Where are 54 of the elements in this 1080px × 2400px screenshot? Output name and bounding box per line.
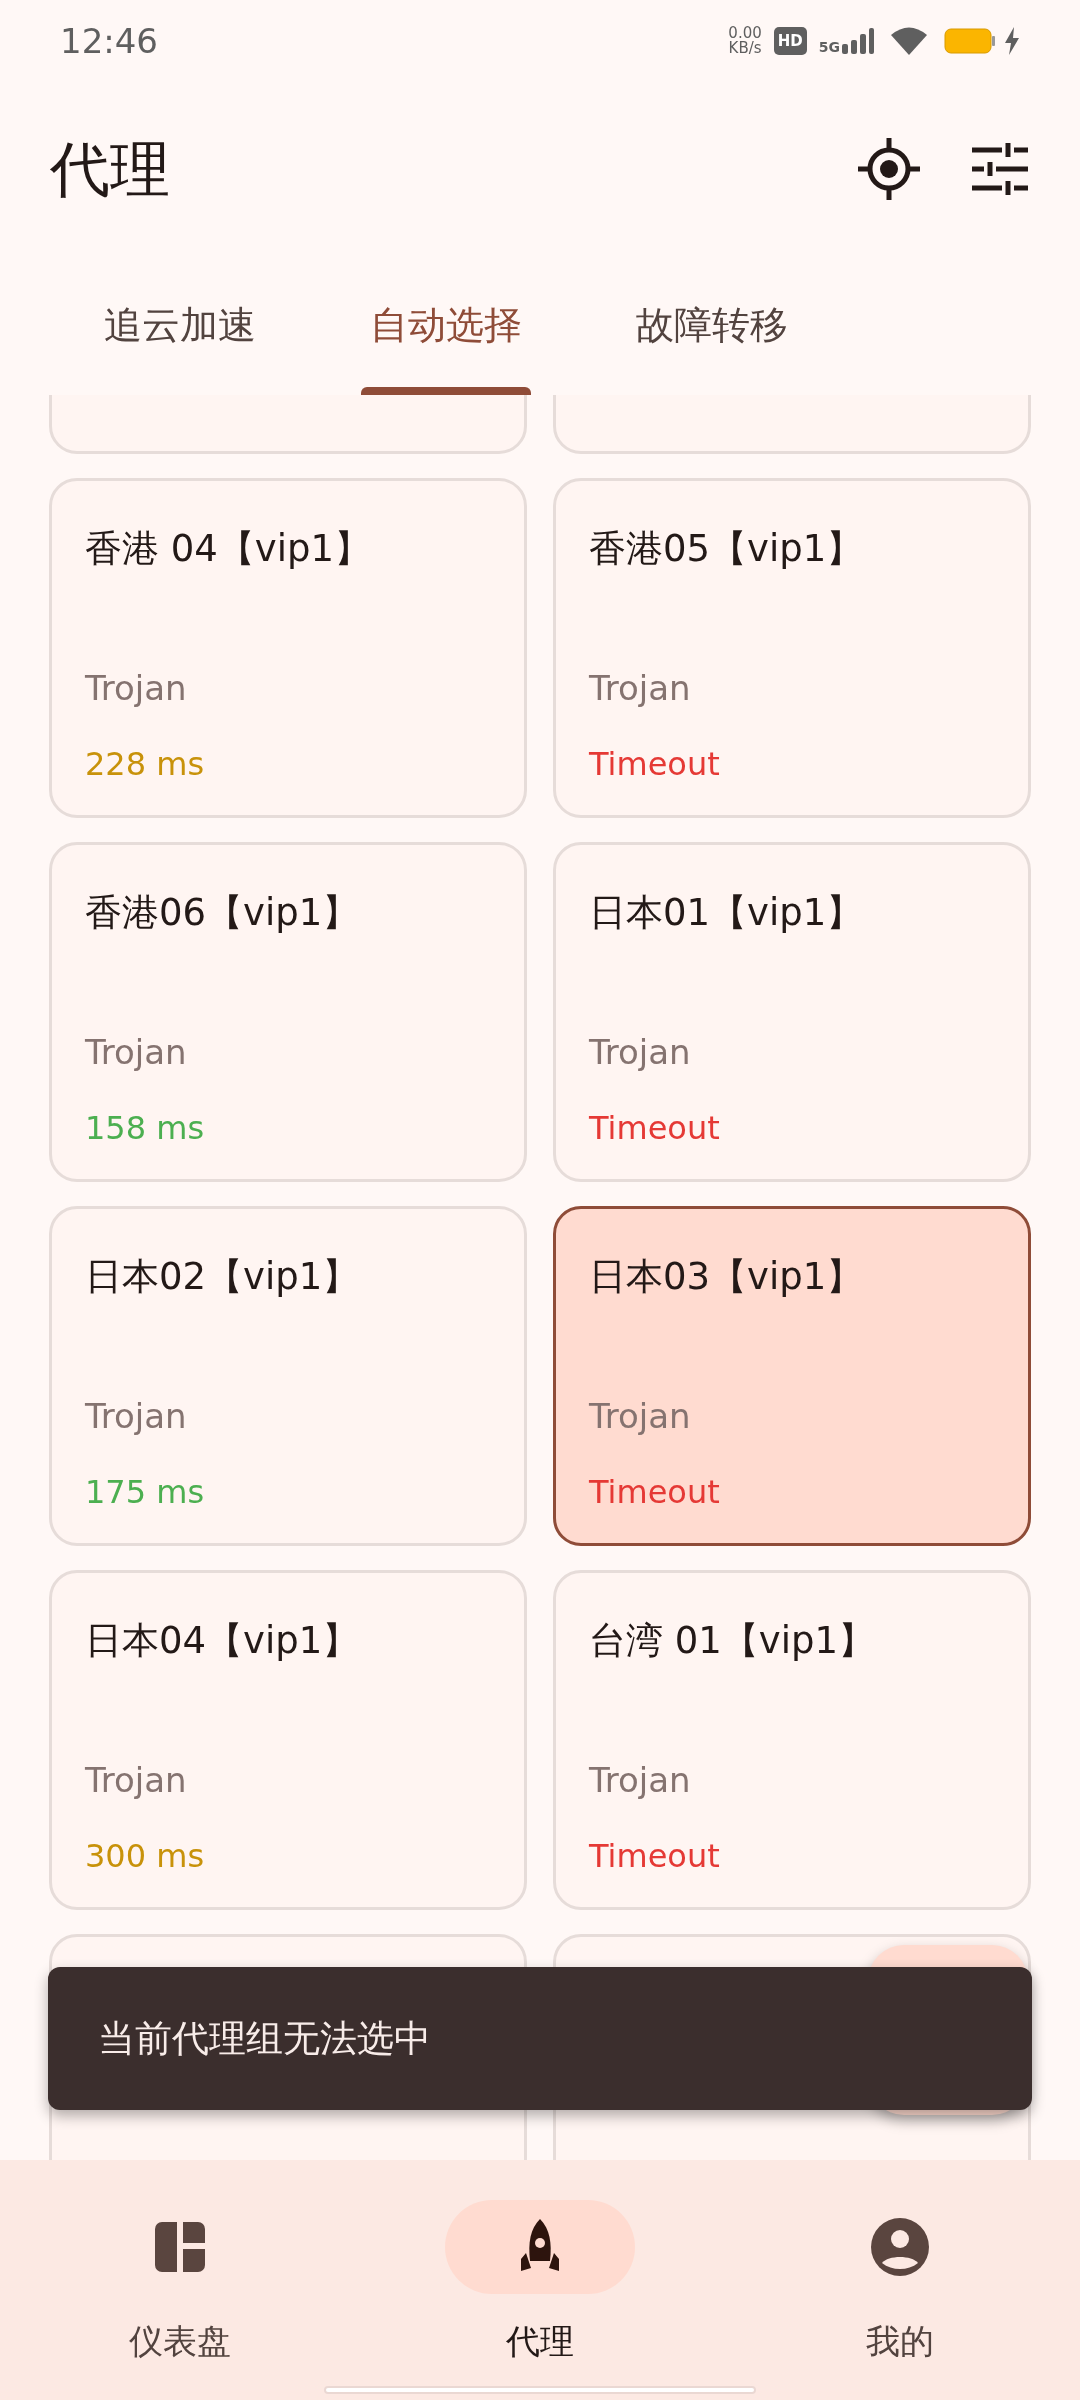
proxy-type: Trojan (85, 1030, 188, 1074)
proxy-delay: 300 ms (85, 1835, 206, 1877)
tab[interactable]: 故障转移 (579, 255, 845, 395)
network-type: 5G (818, 40, 840, 54)
locate-icon[interactable] (856, 135, 922, 202)
proxy-type: Trojan (85, 1758, 188, 1802)
network-speed: 0.00 KB/s (728, 26, 762, 56)
proxy-delay: Timeout (589, 743, 721, 785)
nav-tab[interactable]: 仪表盘 (0, 2160, 360, 2400)
proxy-name: 日本01【vip1】 (589, 890, 865, 936)
proxy-type: Trojan (589, 666, 692, 710)
proxy-name: 香港 04【vip1】 (85, 526, 373, 572)
proxy-card[interactable]: 香港 04【vip1】 Trojan 228 ms (49, 478, 527, 818)
proxy-delay: 158 ms (85, 1107, 206, 1149)
signal-icon (840, 28, 874, 54)
proxy-delay: 175 ms (85, 1471, 206, 1513)
proxy-delay: Timeout (589, 1107, 721, 1149)
proxy-type: Trojan (589, 1030, 692, 1074)
proxy-name: 台湾 01【vip1】 (589, 1618, 877, 1664)
status-time: 12:46 (60, 19, 158, 63)
nav-label: 仪表盘 (129, 2320, 231, 2363)
snackbar-toast: 当前代理组无法选中 (48, 1967, 1032, 2110)
proxy-type: Trojan (85, 666, 188, 710)
account-icon (870, 2217, 930, 2277)
proxy-card[interactable]: 台湾 01【vip1】 Trojan Timeout (553, 1570, 1031, 1910)
wifi-icon (890, 26, 928, 56)
proxy-name: 香港06【vip1】 (85, 890, 361, 936)
proxy-name: 日本04【vip1】 (85, 1618, 361, 1664)
charging-icon (1004, 27, 1020, 55)
proxy-type: Trojan (85, 1394, 188, 1438)
proxy-delay: 228 ms (85, 743, 206, 785)
page-title: 代理 (50, 132, 171, 206)
proxy-type: Trojan (589, 1394, 692, 1438)
proxy-name: 香港05【vip1】 (589, 526, 865, 572)
battery-icon (944, 28, 996, 54)
tab[interactable]: 追云加速 (47, 255, 313, 395)
nav-label: 代理 (506, 2320, 574, 2363)
proxy-name: 日本02【vip1】 (85, 1254, 361, 1300)
proxy-card[interactable]: 香港05【vip1】 Trojan Timeout (553, 478, 1031, 818)
proxy-card[interactable]: 日本02【vip1】 Trojan 175 ms (49, 1206, 527, 1546)
dashboard-icon (152, 2219, 208, 2275)
nav-label: 我的 (866, 2320, 934, 2363)
proxy-card[interactable]: 日本03【vip1】 Trojan Timeout (553, 1206, 1031, 1546)
proxy-type: Trojan (589, 1758, 692, 1802)
proxy-delay: Timeout (589, 1835, 721, 1877)
tab[interactable]: 自动选择 (313, 255, 579, 395)
proxy-card[interactable]: 日本04【vip1】 Trojan 300 ms (49, 1570, 527, 1910)
proxy-card[interactable]: 香港06【vip1】 Trojan 158 ms (49, 842, 527, 1182)
settings-icon[interactable] (970, 141, 1030, 196)
proxy-name: 日本03【vip1】 (589, 1254, 865, 1300)
nav-tab[interactable]: 我的 (720, 2160, 1080, 2400)
proxy-delay: Timeout (589, 1471, 721, 1513)
hd-badge: HD (773, 26, 807, 56)
proxy-card[interactable]: 日本01【vip1】 Trojan Timeout (553, 842, 1031, 1182)
